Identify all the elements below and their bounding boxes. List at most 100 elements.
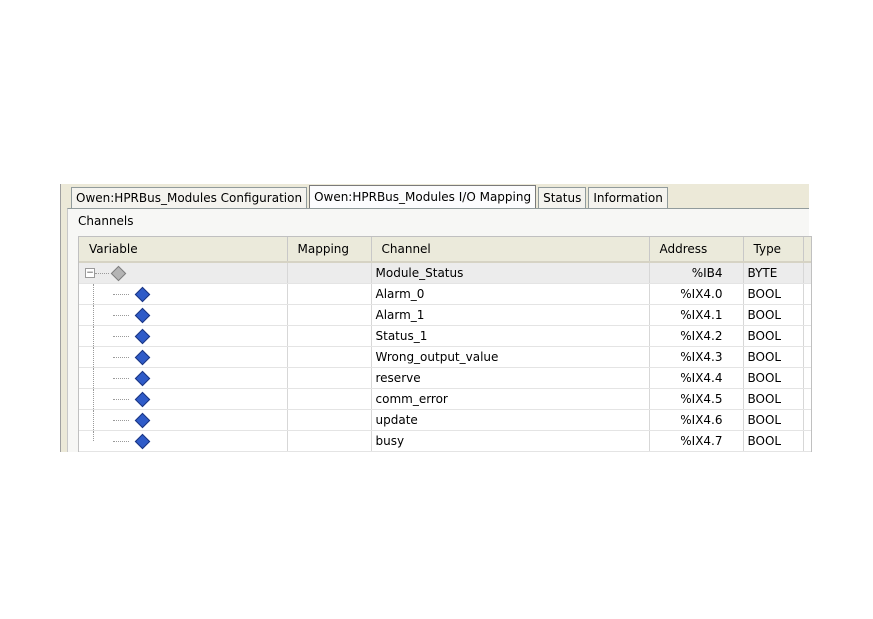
type-cell: BOOL: [743, 283, 804, 305]
tab-content: Channels Variable Mapping Channel Addres…: [67, 208, 812, 452]
tree-connector: [113, 294, 129, 295]
address-cell: %IX4.1: [649, 304, 744, 326]
channel-cell: Module_Status: [371, 262, 650, 284]
tree-connector: [113, 357, 129, 358]
table-row[interactable]: Wrong_output_value %IX4.3 BOOL: [79, 346, 811, 368]
blue-variable-icon: [134, 412, 151, 429]
variable-cell[interactable]: [79, 346, 288, 368]
filler-cell: [803, 346, 811, 368]
channel-cell: Status_1: [371, 325, 650, 347]
tree-branch-line: [93, 284, 94, 304]
mapping-cell[interactable]: [287, 388, 372, 410]
variable-cell[interactable]: −: [79, 262, 288, 284]
tree-branch-line: [93, 326, 94, 346]
blue-variable-icon: [134, 391, 151, 408]
table-header-row: Variable Mapping Channel Address Type: [79, 237, 811, 263]
type-cell: BOOL: [743, 409, 804, 431]
variable-cell[interactable]: [79, 325, 288, 347]
tree-connector: [113, 315, 129, 316]
filler-cell: [803, 304, 811, 326]
tab-configuration[interactable]: Owen:HPRBus_Modules Configuration: [71, 187, 308, 208]
table-row[interactable]: Status_1 %IX4.2 BOOL: [79, 325, 811, 347]
table-row[interactable]: busy %IX4.7 BOOL: [79, 430, 811, 452]
filler-cell: [803, 325, 811, 347]
channels-grid[interactable]: Variable Mapping Channel Address Type − M…: [78, 236, 812, 452]
blue-variable-icon: [134, 370, 151, 387]
tab-status[interactable]: Status: [538, 187, 587, 208]
blue-variable-icon: [134, 349, 151, 366]
type-cell: BOOL: [743, 430, 804, 452]
column-header-address[interactable]: Address: [649, 237, 744, 263]
type-cell: BOOL: [743, 388, 804, 410]
mapping-cell[interactable]: [287, 346, 372, 368]
tab-io-mapping[interactable]: Owen:HPRBus_Modules I/O Mapping: [309, 185, 537, 208]
mapping-cell[interactable]: [287, 283, 372, 305]
blue-variable-icon: [134, 286, 151, 303]
channel-cell: comm_error: [371, 388, 650, 410]
type-cell: BOOL: [743, 346, 804, 368]
tree-branch-line: [93, 389, 94, 409]
mapping-cell[interactable]: [287, 304, 372, 326]
mapping-cell[interactable]: [287, 325, 372, 347]
tree-connector: [113, 399, 129, 400]
filler-cell: [803, 367, 811, 389]
address-cell: %IX4.5: [649, 388, 744, 410]
mapping-cell[interactable]: [287, 367, 372, 389]
channel-cell: update: [371, 409, 650, 431]
tree-branch-line: [93, 347, 94, 367]
address-cell: %IB4: [649, 262, 744, 284]
channels-group-label: Channels: [78, 214, 134, 228]
type-cell: BYTE: [743, 262, 804, 284]
variable-cell[interactable]: [79, 409, 288, 431]
tree-branch-line: [93, 410, 94, 430]
mapping-cell[interactable]: [287, 430, 372, 452]
tree-branch-line: [93, 368, 94, 388]
io-mapping-panel: Owen:HPRBus_Modules Configuration Owen:H…: [60, 184, 812, 452]
filler-cell: [803, 430, 811, 452]
tree-connector: [113, 441, 129, 442]
channel-cell: Wrong_output_value: [371, 346, 650, 368]
address-cell: %IX4.7: [649, 430, 744, 452]
channel-cell: reserve: [371, 367, 650, 389]
tree-connector: [113, 336, 129, 337]
address-cell: %IX4.0: [649, 283, 744, 305]
variable-cell[interactable]: [79, 304, 288, 326]
filler-cell: [803, 409, 811, 431]
column-header-mapping[interactable]: Mapping: [287, 237, 372, 263]
tab-information[interactable]: Information: [588, 187, 668, 208]
column-header-channel[interactable]: Channel: [371, 237, 650, 263]
blue-variable-icon: [134, 307, 151, 324]
channel-cell: busy: [371, 430, 650, 452]
table-row[interactable]: reserve %IX4.4 BOOL: [79, 367, 811, 389]
blue-variable-icon: [134, 328, 151, 345]
filler-cell: [803, 262, 811, 284]
address-cell: %IX4.2: [649, 325, 744, 347]
address-cell: %IX4.4: [649, 367, 744, 389]
column-header-filler: [803, 237, 811, 263]
column-header-variable[interactable]: Variable: [79, 237, 288, 263]
collapse-toggle-icon[interactable]: −: [85, 268, 95, 278]
filler-cell: [803, 283, 811, 305]
tree-branch-line: [93, 305, 94, 325]
channel-cell: Alarm_0: [371, 283, 650, 305]
table-row[interactable]: Alarm_1 %IX4.1 BOOL: [79, 304, 811, 326]
variable-cell[interactable]: [79, 388, 288, 410]
grey-variable-icon: [110, 265, 127, 282]
channels-table: Variable Mapping Channel Address Type − M…: [79, 237, 811, 452]
address-cell: %IX4.3: [649, 346, 744, 368]
filler-cell: [803, 388, 811, 410]
table-row[interactable]: Alarm_0 %IX4.0 BOOL: [79, 283, 811, 305]
mapping-cell[interactable]: [287, 262, 372, 284]
variable-cell[interactable]: [79, 283, 288, 305]
address-cell: %IX4.6: [649, 409, 744, 431]
type-cell: BOOL: [743, 367, 804, 389]
column-header-type[interactable]: Type: [743, 237, 804, 263]
mapping-cell[interactable]: [287, 409, 372, 431]
tree-connector: [95, 273, 109, 274]
table-row-root[interactable]: − Module_Status %IB4 BYTE: [79, 262, 811, 284]
variable-cell[interactable]: [79, 367, 288, 389]
tree-connector: [113, 420, 129, 421]
table-row[interactable]: update %IX4.6 BOOL: [79, 409, 811, 431]
variable-cell[interactable]: [79, 430, 288, 452]
table-row[interactable]: comm_error %IX4.5 BOOL: [79, 388, 811, 410]
